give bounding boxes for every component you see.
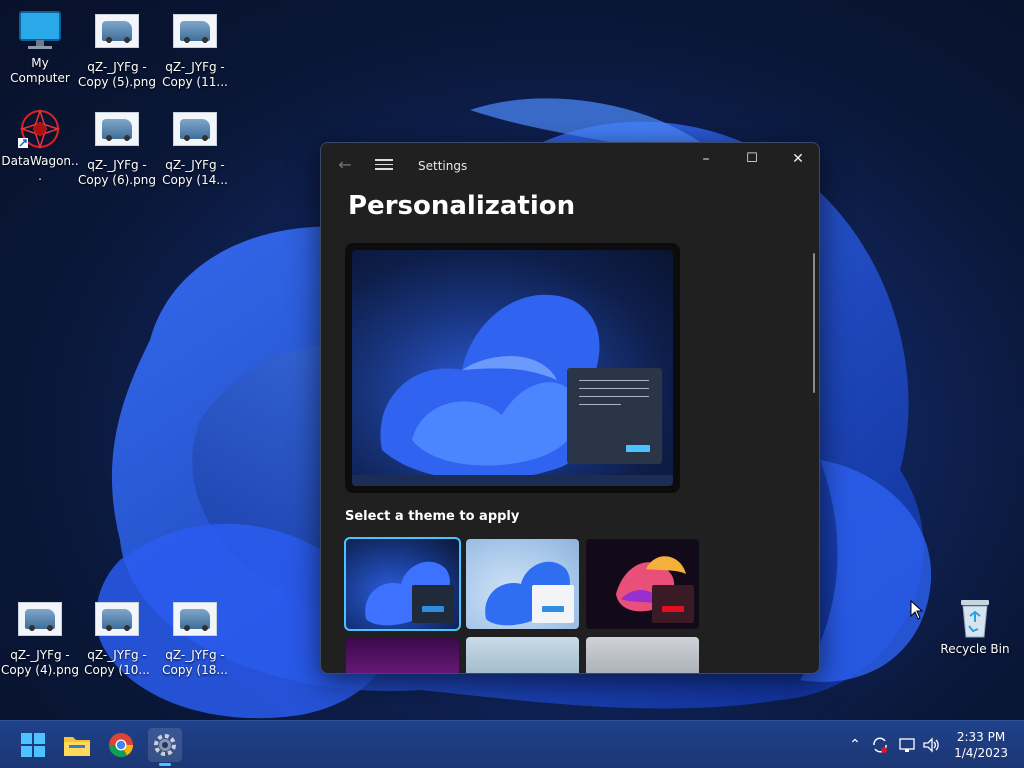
file-explorer-icon[interactable] bbox=[60, 728, 94, 762]
system-clock[interactable]: 2:33 PM 1/4/2023 bbox=[954, 729, 1008, 761]
title-bar[interactable]: ← Settings – ☐ ✕ bbox=[321, 143, 819, 189]
sync-icon[interactable] bbox=[870, 735, 890, 755]
desktop-icon-label: qZ-_JYFg - Copy (6).png bbox=[78, 158, 156, 187]
datawagon-icon bbox=[16, 108, 64, 150]
theme-preview bbox=[345, 243, 680, 493]
recycle-bin-icon bbox=[958, 598, 992, 638]
desktop-icon-label: qZ-_JYFg - Copy (11... bbox=[162, 60, 228, 89]
desktop-icon-png-file[interactable]: qZ-_JYFg - Copy (11... bbox=[155, 10, 235, 90]
image-file-icon bbox=[171, 14, 219, 56]
chevron-up-icon[interactable]: ⌃ bbox=[846, 735, 864, 755]
desktop-icon-label: qZ-_JYFg - Copy (18... bbox=[162, 648, 228, 677]
theme-tile-sunrise[interactable] bbox=[466, 637, 579, 673]
active-app-indicator bbox=[159, 763, 171, 766]
taskbar: ⌃ 2:33 PM 1/4/2023 bbox=[0, 720, 1024, 768]
desktop-icon-png-file[interactable]: qZ-_JYFg - Copy (4).png bbox=[0, 598, 80, 678]
window-title: Settings bbox=[418, 159, 468, 173]
clock-time: 2:33 PM bbox=[956, 730, 1006, 744]
settings-icon[interactable] bbox=[148, 728, 182, 766]
volume-icon[interactable] bbox=[921, 735, 941, 755]
desktop-icon-png-file[interactable]: qZ-_JYFg - Copy (6).png bbox=[77, 108, 157, 188]
windows-start-icon[interactable] bbox=[16, 728, 50, 762]
theme-tile-dark-bloom[interactable] bbox=[344, 537, 461, 631]
image-file-icon bbox=[93, 14, 141, 56]
theme-section-label: Select a theme to apply bbox=[345, 509, 520, 524]
maximize-button[interactable]: ☐ bbox=[729, 145, 775, 173]
desktop-icon-label: My Computer bbox=[10, 56, 70, 85]
preview-window-mockup bbox=[567, 368, 662, 464]
theme-tile-flow[interactable] bbox=[586, 637, 699, 673]
desktop-icon-label: DataWagon... bbox=[1, 154, 79, 183]
desktop-icon-label: qZ-_JYFg - Copy (10... bbox=[84, 648, 150, 677]
monitor-icon bbox=[16, 10, 64, 52]
desktop-icon-my-computer[interactable]: My Computer bbox=[0, 10, 80, 86]
clock-date: 1/4/2023 bbox=[954, 746, 1008, 760]
page-title: Personalization bbox=[348, 191, 576, 221]
desktop-icon-png-file[interactable]: qZ-_JYFg - Copy (5).png bbox=[77, 10, 157, 90]
desktop-icon-label: qZ-_JYFg - Copy (5).png bbox=[78, 60, 156, 89]
image-file-icon bbox=[93, 112, 141, 154]
mouse-cursor-icon bbox=[910, 600, 924, 620]
image-file-icon bbox=[171, 602, 219, 644]
desktop: My Computer qZ-_JYFg - Copy (5).png qZ-_… bbox=[0, 0, 1024, 720]
desktop-icon-png-file[interactable]: qZ-_JYFg - Copy (18... bbox=[155, 598, 235, 678]
desktop-icon-label: Recycle Bin bbox=[940, 642, 1010, 656]
scrollbar[interactable] bbox=[813, 253, 815, 393]
image-file-icon bbox=[16, 602, 64, 644]
arrow-left-icon[interactable]: ← bbox=[335, 155, 355, 175]
image-file-icon bbox=[93, 602, 141, 644]
close-button[interactable]: ✕ bbox=[775, 145, 819, 173]
chrome-icon[interactable] bbox=[104, 728, 138, 762]
network-icon[interactable] bbox=[897, 735, 917, 755]
desktop-icon-png-file[interactable]: qZ-_JYFg - Copy (10... bbox=[77, 598, 157, 678]
theme-tile-captured-motion[interactable] bbox=[346, 637, 459, 673]
desktop-icon-datawagon[interactable]: DataWagon... bbox=[0, 108, 80, 184]
desktop-icon-label: qZ-_JYFg - Copy (14... bbox=[162, 158, 228, 187]
desktop-icon-label: qZ-_JYFg - Copy (4).png bbox=[1, 648, 79, 677]
minimize-button[interactable]: – bbox=[683, 145, 729, 173]
desktop-icon-png-file[interactable]: qZ-_JYFg - Copy (14... bbox=[155, 108, 235, 188]
theme-tile-glow[interactable] bbox=[586, 539, 699, 629]
image-file-icon bbox=[171, 112, 219, 154]
settings-window[interactable]: ← Settings – ☐ ✕ Personalization Select … bbox=[320, 142, 820, 674]
theme-tile-light-bloom[interactable] bbox=[466, 539, 579, 629]
hamburger-icon[interactable] bbox=[375, 156, 393, 174]
desktop-icon-recycle-bin[interactable]: Recycle Bin bbox=[935, 598, 1015, 657]
